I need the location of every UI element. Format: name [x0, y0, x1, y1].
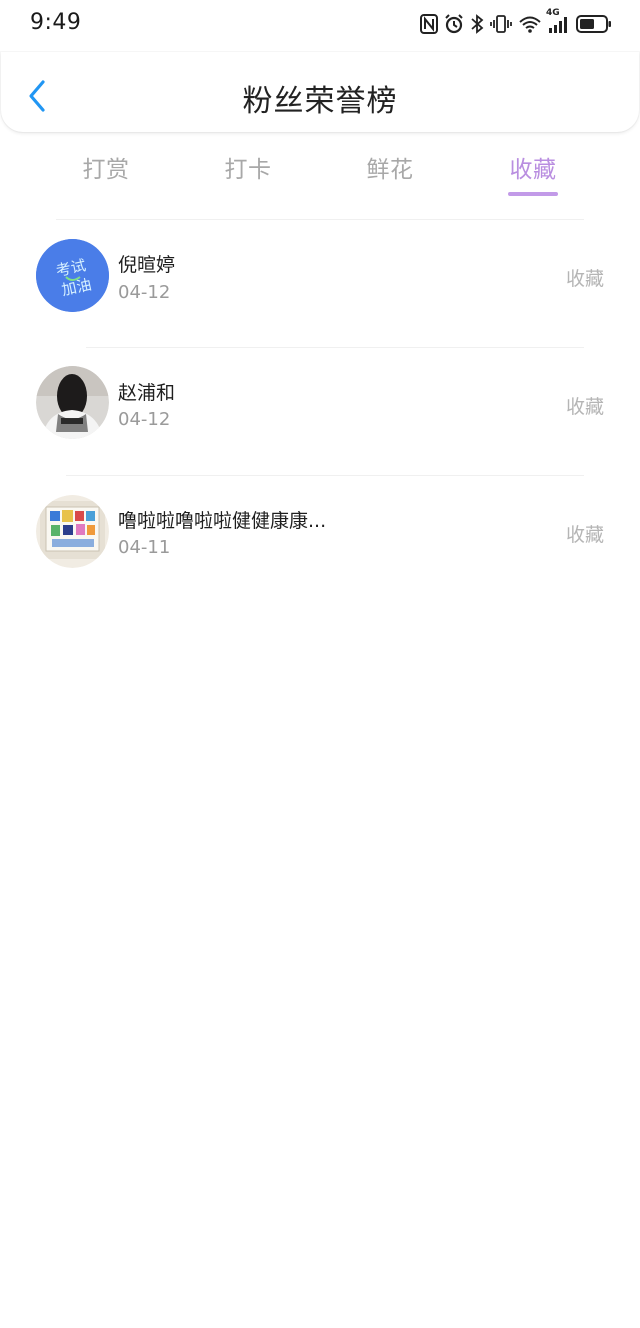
status-icons: 4G [420, 8, 612, 36]
active-tab-indicator [508, 192, 558, 196]
list-item[interactable]: 赵浦和 04-12 收藏 [0, 348, 640, 476]
tab-checkin[interactable]: 打卡 [198, 150, 298, 184]
status-time: 9:49 [30, 10, 82, 35]
tab-label: 收藏 [509, 157, 557, 183]
date-label: 04-11 [118, 537, 171, 558]
tab-label: 打赏 [82, 157, 130, 183]
tab-label: 鲜花 [366, 157, 414, 183]
page: 9:49 4G 粉丝荣誉榜 打赏 打卡 鲜花 收藏 考试 加油 倪暄婷 04-1… [0, 0, 640, 1328]
date-label: 04-12 [118, 409, 171, 430]
alarm-icon [444, 14, 464, 34]
user-name: 赵浦和 [118, 382, 176, 404]
bluetooth-icon [470, 14, 484, 34]
user-name: 倪暄婷 [118, 254, 176, 276]
tab-favorites[interactable]: 收藏 [483, 150, 583, 196]
avatar: 考试 加油 [36, 239, 109, 312]
network-label: 4G [546, 8, 560, 18]
wifi-icon [518, 14, 542, 34]
favorite-label: 收藏 [565, 396, 604, 418]
nfc-icon [420, 14, 438, 34]
tab-label: 打卡 [224, 157, 272, 183]
list-item[interactable]: 噜啦啦噜啦啦健健康康... 04-11 收藏 [0, 476, 640, 604]
status-bar: 9:49 4G [0, 0, 640, 52]
favorite-label: 收藏 [565, 524, 604, 546]
battery-icon [576, 14, 612, 34]
header-bar: 粉丝荣誉榜 [1, 52, 639, 132]
user-name: 噜啦啦噜啦啦健健康康... [118, 510, 327, 532]
tab-flowers[interactable]: 鲜花 [340, 150, 440, 184]
tab-bar: 打赏 打卡 鲜花 收藏 [0, 150, 640, 202]
list-item[interactable]: 考试 加油 倪暄婷 04-12 收藏 [0, 220, 640, 348]
signal-icon: 4G [546, 8, 570, 34]
avatar [36, 366, 109, 439]
tab-reward[interactable]: 打赏 [56, 150, 156, 184]
avatar [36, 495, 109, 568]
favorite-label: 收藏 [565, 268, 604, 290]
date-label: 04-12 [118, 282, 171, 303]
page-title: 粉丝荣誉榜 [242, 84, 398, 119]
vibrate-icon [490, 14, 512, 34]
